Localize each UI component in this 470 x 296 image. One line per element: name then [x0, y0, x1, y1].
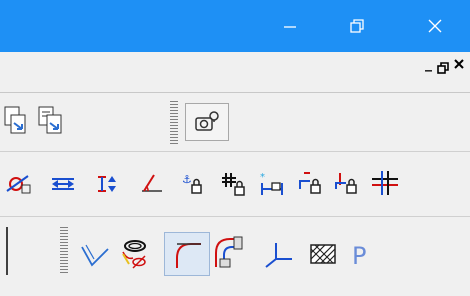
pipe-bend-icon	[215, 236, 243, 268]
mdi-close-button[interactable]	[453, 58, 465, 74]
lock-combined-icon	[372, 171, 398, 195]
lock-red-icon	[299, 172, 321, 194]
lock-distance-icon: *	[260, 172, 283, 195]
toolbar-row-1	[0, 93, 470, 152]
toolbar-grip[interactable]	[170, 101, 178, 145]
close-icon	[428, 19, 442, 33]
mdi-close-icon	[454, 59, 464, 69]
lock-point-button[interactable]: ⚓	[176, 167, 210, 201]
branch-icon	[265, 243, 292, 268]
lock-point-icon: ⚓	[182, 173, 202, 194]
mdi-restore-icon	[437, 62, 449, 74]
hatch-button[interactable]	[306, 237, 340, 271]
mdi-minimize-button[interactable]: _	[425, 56, 432, 72]
fillet-button[interactable]	[164, 232, 210, 276]
vertical-constraint-icon	[98, 176, 116, 192]
camera-settings-icon	[195, 111, 219, 131]
horizontal-constraint-icon	[52, 178, 74, 190]
tangent-constraint-button[interactable]	[2, 167, 36, 201]
pipe-bend-button[interactable]	[212, 235, 246, 269]
toolbar-grip[interactable]	[60, 227, 68, 275]
lock-distance-button[interactable]: *	[256, 167, 290, 201]
tangent-constraint-icon	[6, 175, 31, 194]
toolbar-row-3: P	[0, 217, 470, 296]
toolbar-row-2: ⚓ *	[0, 152, 470, 217]
lock-cross-icon	[222, 173, 245, 196]
angle-constraint-icon	[142, 174, 162, 192]
svg-text:P: P	[352, 242, 366, 269]
layer-copy-icon	[38, 106, 62, 134]
svg-text:*: *	[260, 172, 265, 183]
minimize-icon	[284, 26, 296, 28]
layer-copy-button[interactable]	[34, 103, 68, 137]
branch-button[interactable]	[262, 237, 296, 271]
toolbar-edge	[6, 227, 8, 275]
fillet-icon	[176, 243, 201, 268]
p-button[interactable]: P	[344, 237, 378, 271]
hole-thread-button[interactable]	[118, 237, 152, 271]
lock-cross-button[interactable]	[216, 167, 250, 201]
p-icon: P	[352, 242, 366, 269]
hole-thread-icon	[122, 240, 146, 269]
lock-combined-button[interactable]	[368, 167, 402, 201]
lock-blue-icon	[335, 173, 357, 194]
title-bar	[0, 0, 470, 52]
restore-icon	[350, 19, 364, 33]
vertical-constraint-button[interactable]	[90, 167, 124, 201]
layer-move-button[interactable]	[0, 103, 34, 137]
menu-bar: _	[0, 52, 470, 93]
layer-move-icon	[4, 106, 26, 134]
lock-blue-button[interactable]	[330, 167, 364, 201]
parallel-line-icon	[81, 244, 109, 267]
hatch-icon	[310, 244, 336, 264]
restore-button[interactable]	[327, 0, 387, 52]
minimize-button[interactable]	[260, 0, 320, 52]
close-button[interactable]	[405, 0, 465, 52]
parallel-line-button[interactable]	[78, 237, 112, 271]
horizontal-constraint-button[interactable]	[46, 167, 80, 201]
lock-red-button[interactable]	[294, 167, 328, 201]
mdi-restore-button[interactable]	[437, 62, 449, 78]
angle-constraint-button[interactable]	[134, 167, 168, 201]
camera-settings-button[interactable]	[185, 103, 229, 141]
svg-text:⚓: ⚓	[182, 173, 192, 186]
